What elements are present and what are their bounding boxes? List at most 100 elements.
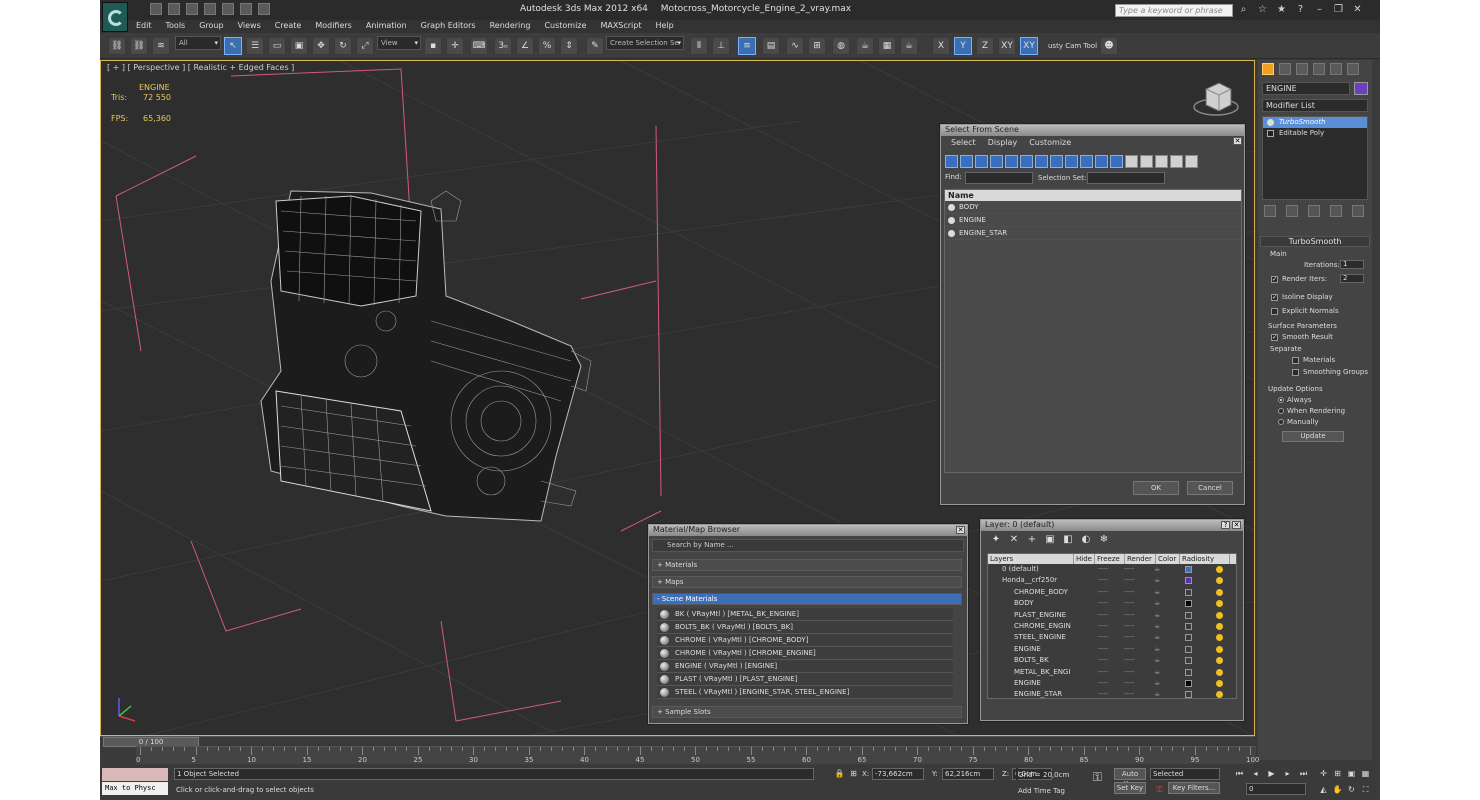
create-tab-icon[interactable] — [1262, 63, 1274, 75]
freeze-toggle[interactable]: ---- — [1124, 689, 1134, 700]
render-iters-spinner[interactable]: 2 — [1340, 274, 1364, 283]
zoom-extents-icon[interactable]: ▣ — [1346, 768, 1357, 779]
scene-object-list[interactable]: Name BODY ENGINE ENGINE_STAR — [944, 189, 1242, 473]
freeze-toggle[interactable]: ---- — [1124, 678, 1134, 689]
selection-filter-dropdown[interactable]: All — [175, 36, 221, 50]
goto-end-icon[interactable]: ⏭ — [1298, 768, 1309, 779]
xrefs-filter-icon[interactable] — [1050, 155, 1063, 168]
layer-color-swatch[interactable] — [1185, 679, 1192, 687]
goto-start-icon[interactable]: ⏮ — [1234, 768, 1245, 779]
graphite-ribbon-icon[interactable]: ▤ — [762, 37, 780, 55]
explicit-normals-checkbox[interactable] — [1271, 308, 1278, 315]
find-input[interactable] — [965, 172, 1033, 184]
freeze-toggle[interactable]: ---- — [1124, 655, 1134, 666]
rollout-title[interactable]: TurboSmooth — [1260, 236, 1370, 247]
current-frame-field[interactable]: 0 — [1246, 783, 1306, 795]
table-row[interactable]: PLAST_ENGINE ---- ---- ☕ — [988, 610, 1236, 621]
table-row[interactable]: STEEL_ENGINE ---- ---- ☕ — [988, 632, 1236, 643]
layer-color-swatch[interactable] — [1185, 691, 1192, 699]
dialog-title[interactable]: Layer: 0 (default) — [981, 520, 1243, 531]
freeze-toggle[interactable]: ---- — [1124, 621, 1134, 632]
section-maps[interactable]: + Maps — [652, 576, 962, 588]
radiosity-icon[interactable] — [1216, 691, 1223, 699]
render-toggle[interactable]: ☕ — [1154, 678, 1160, 689]
dialog-title[interactable]: Select From Scene — [941, 125, 1244, 136]
communication-icon[interactable]: ☆ — [1257, 4, 1268, 15]
radiosity-icon[interactable] — [1216, 611, 1223, 619]
table-row[interactable]: CHROME_BODY ---- ---- ☕ — [988, 587, 1236, 598]
column-layers[interactable]: Layers — [988, 554, 1074, 564]
make-unique-icon[interactable] — [1308, 205, 1320, 217]
manually-radio[interactable] — [1278, 419, 1284, 425]
object-color-swatch[interactable] — [1354, 82, 1368, 95]
list-item[interactable]: BOLTS_BK ( VRayMtl ) [BOLTS_BK] — [657, 621, 953, 634]
redo-icon[interactable] — [222, 3, 234, 15]
undo-icon[interactable] — [204, 3, 216, 15]
reference-coordinate-dropdown[interactable]: View — [377, 36, 421, 50]
stack-item-editable-poly[interactable]: Editable Poly — [1263, 128, 1367, 139]
key-filters-button[interactable]: Key Filters... — [1168, 782, 1220, 794]
schematic-view-icon[interactable]: ⊞ — [808, 37, 826, 55]
align-icon[interactable]: ⊥ — [712, 37, 730, 55]
select-by-name-icon[interactable]: ☰ — [246, 37, 264, 55]
lock-selection-icon[interactable]: 🔒 — [834, 768, 845, 779]
key-mode-dropdown[interactable]: Selected — [1150, 768, 1220, 780]
rendered-frame-window-icon[interactable]: ▦ — [878, 37, 896, 55]
create-layer-icon[interactable]: ✦ — [991, 535, 1001, 545]
groups-filter-icon[interactable] — [1035, 155, 1048, 168]
fetch-icon[interactable] — [258, 3, 270, 15]
named-selection-dropdown[interactable]: Create Selection Se — [606, 36, 684, 50]
render-toggle[interactable]: ☕ — [1154, 587, 1160, 598]
radiosity-icon[interactable] — [1216, 577, 1223, 585]
modify-tab-icon[interactable] — [1279, 63, 1291, 75]
hidden-filter-icon[interactable] — [1110, 155, 1123, 168]
radiosity-icon[interactable] — [1216, 566, 1223, 573]
favorites-icon[interactable]: ★ — [1276, 4, 1287, 15]
radiosity-icon[interactable] — [1216, 634, 1223, 642]
column-hide[interactable]: Hide — [1074, 554, 1095, 564]
hide-toggle[interactable]: ---- — [1098, 610, 1108, 621]
layer-color-swatch[interactable] — [1185, 622, 1192, 630]
orbit-icon[interactable]: ↻ — [1346, 784, 1357, 795]
hide-toggle[interactable]: ---- — [1098, 587, 1108, 598]
binoculars-icon[interactable]: ⌕ — [1238, 4, 1249, 15]
cameras-filter-icon[interactable] — [990, 155, 1003, 168]
when-rendering-radio[interactable] — [1278, 408, 1284, 414]
keyboard-shortcut-override-icon[interactable]: ⌨ — [470, 37, 488, 55]
radiosity-icon[interactable] — [1216, 600, 1223, 608]
mirror-icon[interactable]: ⫴ — [690, 37, 708, 55]
menu-graph-editors[interactable]: Graph Editors — [421, 20, 476, 33]
percent-snap-icon[interactable]: % — [538, 37, 556, 55]
render-toggle[interactable]: ☕ — [1154, 621, 1160, 632]
auto-key-button[interactable]: Auto Key — [1114, 768, 1146, 788]
geometry-filter-icon[interactable] — [945, 155, 958, 168]
hold-icon[interactable] — [240, 3, 252, 15]
bones-filter-icon[interactable] — [1065, 155, 1078, 168]
zoom-icon[interactable]: ✛ — [1318, 768, 1329, 779]
list-item[interactable]: ENGINE ( VRayMtl ) [ENGINE] — [657, 660, 953, 673]
minimize-icon[interactable]: – — [1314, 4, 1325, 15]
freeze-toggle[interactable]: ---- — [1124, 632, 1134, 643]
smoothing-groups-checkbox[interactable] — [1292, 369, 1299, 376]
viewport-label[interactable]: [ + ] [ Perspective ] [ Realistic + Edge… — [107, 63, 294, 72]
iterations-spinner[interactable]: 1 — [1340, 260, 1364, 269]
custom-tool-icon[interactable]: ☻ — [1100, 37, 1118, 55]
layer-color-swatch[interactable] — [1185, 645, 1192, 653]
list-item[interactable]: STEEL ( VRayMtl ) [ENGINE_STAR, STEEL_EN… — [657, 686, 953, 699]
play-icon[interactable]: ▶ — [1266, 768, 1277, 779]
close-icon[interactable]: ✕ — [956, 526, 965, 534]
time-slider[interactable]: 0 / 100 — [100, 736, 1255, 747]
material-editor-icon[interactable]: ◍ — [832, 37, 850, 55]
frozen-filter-icon[interactable] — [1095, 155, 1108, 168]
select-none-icon[interactable] — [1140, 155, 1153, 168]
menu-select[interactable]: Select — [951, 138, 976, 148]
new-file-icon[interactable] — [150, 3, 162, 15]
previous-frame-icon[interactable]: ◂ — [1250, 768, 1261, 779]
render-toggle[interactable]: ☕ — [1154, 644, 1160, 655]
utilities-tab-icon[interactable] — [1347, 63, 1359, 75]
isoline-display-checkbox[interactable]: ✓ — [1271, 294, 1278, 301]
lightbulb-icon[interactable] — [1267, 119, 1274, 126]
menu-tools[interactable]: Tools — [166, 20, 186, 33]
list-item[interactable]: CHROME ( VRayMtl ) [CHROME_BODY] — [657, 634, 953, 647]
app-logo[interactable] — [102, 2, 128, 32]
